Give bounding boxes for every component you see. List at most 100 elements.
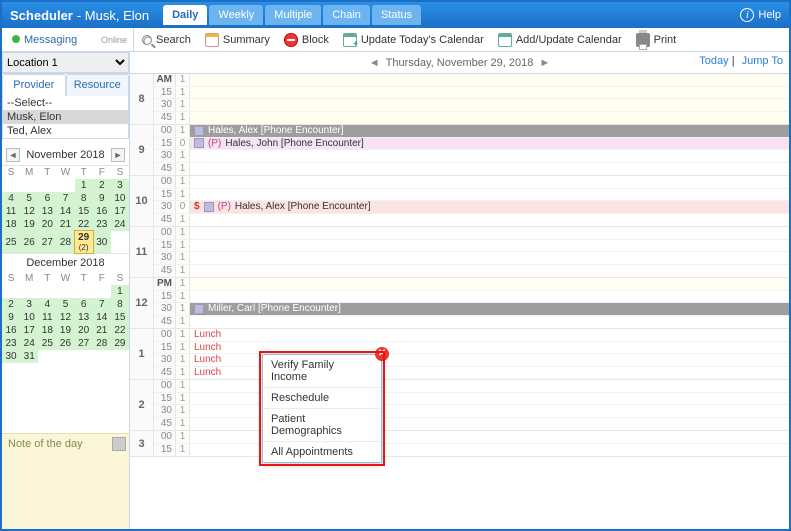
calendar-day[interactable]: 9 xyxy=(2,311,20,324)
mini-calendar-nov[interactable]: SMTWTFS123456789101112131415161718192021… xyxy=(2,166,129,253)
time-slot[interactable]: 301 xyxy=(154,150,789,163)
calendar-day[interactable]: 2 xyxy=(2,298,20,311)
calendar-day[interactable]: 19 xyxy=(56,324,74,337)
time-slot[interactable]: 001 xyxy=(154,176,789,189)
search-button[interactable]: Search xyxy=(136,32,197,48)
calendar-day[interactable]: 6 xyxy=(38,192,56,205)
ctx-close-button[interactable]: ✕ xyxy=(375,347,389,361)
time-slot[interactable]: 451Lunch xyxy=(154,367,789,380)
calendar-day[interactable]: 21 xyxy=(56,218,74,231)
note-pin-icon[interactable] xyxy=(112,437,126,451)
time-slot[interactable]: 301 xyxy=(154,99,789,112)
schedule-grid[interactable]: 8AM11513014519001Hales, Alex [Phone Enco… xyxy=(130,74,789,529)
time-slot[interactable]: 151Lunch xyxy=(154,342,789,355)
calendar-day[interactable]: 3 xyxy=(20,298,38,311)
calendar-day[interactable]: 20 xyxy=(75,324,93,337)
time-slot[interactable]: 451 xyxy=(154,163,789,176)
time-slot[interactable]: 151 xyxy=(154,393,789,406)
calendar-day[interactable]: 27 xyxy=(75,337,93,350)
calendar-day[interactable]: 14 xyxy=(56,205,74,218)
calendar-day[interactable]: 16 xyxy=(2,324,20,337)
calendar-day[interactable]: 26 xyxy=(56,337,74,350)
calendar-day[interactable]: 9 xyxy=(93,192,111,205)
calendar-day[interactable]: 27 xyxy=(38,231,56,253)
calendar-day[interactable]: 2 xyxy=(93,179,111,192)
today-link[interactable]: Today xyxy=(699,55,728,67)
calendar-day[interactable]: 8 xyxy=(111,298,129,311)
ctx-reschedule[interactable]: Reschedule xyxy=(263,388,381,409)
calendar-day[interactable]: 3 xyxy=(111,179,129,192)
time-slot[interactable]: 150(P)Hales, John [Phone Encounter] xyxy=(154,138,789,151)
calendar-day[interactable]: 29(2) xyxy=(75,231,93,253)
time-slot[interactable]: 001 xyxy=(154,380,789,393)
time-slot[interactable]: 301 xyxy=(154,252,789,265)
calendar-day[interactable]: 18 xyxy=(38,324,56,337)
sidebar-tab-resource[interactable]: Resource xyxy=(66,74,130,96)
calendar-day[interactable]: 1 xyxy=(111,285,129,298)
calendar-day[interactable]: 7 xyxy=(93,298,111,311)
update-today-button[interactable]: Update Today's Calendar xyxy=(337,31,490,49)
location-select[interactable]: Location 1 xyxy=(2,52,129,73)
time-slot[interactable]: 451 xyxy=(154,214,789,227)
time-slot[interactable]: 001 xyxy=(154,431,789,444)
tab-status[interactable]: Status xyxy=(372,5,421,25)
calendar-day[interactable]: 1 xyxy=(75,179,93,192)
time-slot[interactable]: 301Miller, Carl [Phone Encounter] xyxy=(154,303,789,316)
calendar-day[interactable]: 19 xyxy=(20,218,38,231)
calendar-day[interactable]: 15 xyxy=(111,311,129,324)
calendar-day[interactable]: 21 xyxy=(93,324,111,337)
calendar-day[interactable]: 5 xyxy=(20,192,38,205)
month-next-button[interactable]: ► xyxy=(111,148,125,162)
time-slot[interactable]: 001 xyxy=(154,227,789,240)
mini-calendar-dec[interactable]: SMTWTFS123456789101112131415161718192021… xyxy=(2,272,129,363)
time-slot[interactable]: 301Lunch xyxy=(154,354,789,367)
calendar-day[interactable]: 16 xyxy=(93,205,111,218)
calendar-day[interactable]: 7 xyxy=(56,192,74,205)
calendar-day[interactable]: 26 xyxy=(20,231,38,253)
calendar-day[interactable]: 4 xyxy=(2,192,20,205)
calendar-day[interactable]: 28 xyxy=(93,337,111,350)
time-slot[interactable]: 151 xyxy=(154,444,789,457)
time-slot[interactable]: 151 xyxy=(154,240,789,253)
time-slot[interactable]: 001Lunch xyxy=(154,329,789,342)
calendar-day[interactable]: 10 xyxy=(111,192,129,205)
time-slot[interactable]: 301 xyxy=(154,405,789,418)
calendar-day[interactable]: 10 xyxy=(20,311,38,324)
summary-button[interactable]: Summary xyxy=(199,31,276,49)
tab-daily[interactable]: Daily xyxy=(163,5,207,25)
calendar-day[interactable]: 8 xyxy=(75,192,93,205)
time-slot[interactable]: 451 xyxy=(154,316,789,329)
calendar-day[interactable]: 13 xyxy=(75,311,93,324)
provider-item[interactable]: --Select-- xyxy=(3,96,128,110)
note-of-day[interactable]: Note of the day xyxy=(2,433,129,529)
calendar-day[interactable]: 17 xyxy=(111,205,129,218)
calendar-day[interactable]: 5 xyxy=(56,298,74,311)
date-prev-button[interactable]: ◄ xyxy=(369,57,380,69)
time-slot[interactable]: 451 xyxy=(154,112,789,125)
calendar-day[interactable]: 15 xyxy=(75,205,93,218)
calendar-day[interactable]: 24 xyxy=(20,337,38,350)
tab-chain[interactable]: Chain xyxy=(323,5,370,25)
messaging-panel[interactable]: Messaging Online xyxy=(6,28,134,51)
time-slot[interactable]: PM1 xyxy=(154,278,789,291)
calendar-day[interactable]: 28 xyxy=(56,231,74,253)
provider-item[interactable]: Musk, Elon xyxy=(3,110,128,124)
calendar-day[interactable]: 30 xyxy=(2,350,20,363)
calendar-day[interactable]: 4 xyxy=(38,298,56,311)
calendar-day[interactable]: 23 xyxy=(2,337,20,350)
calendar-day[interactable]: 25 xyxy=(38,337,56,350)
date-next-button[interactable]: ► xyxy=(539,57,550,69)
calendar-day[interactable]: 25 xyxy=(2,231,20,253)
sidebar-tab-provider[interactable]: Provider xyxy=(2,74,66,96)
add-update-calendar-button[interactable]: Add/Update Calendar xyxy=(492,31,628,49)
provider-item[interactable]: Ted, Alex xyxy=(3,124,128,138)
time-slot[interactable]: 151 xyxy=(154,189,789,202)
month-prev-button[interactable]: ◄ xyxy=(6,148,20,162)
calendar-day[interactable]: 23 xyxy=(93,218,111,231)
time-slot[interactable]: 451 xyxy=(154,418,789,431)
time-slot[interactable]: 451 xyxy=(154,265,789,278)
time-slot[interactable]: 300$(P)Hales, Alex [Phone Encounter] xyxy=(154,201,789,214)
calendar-day[interactable]: 17 xyxy=(20,324,38,337)
calendar-day[interactable]: 13 xyxy=(38,205,56,218)
calendar-day[interactable]: 11 xyxy=(38,311,56,324)
